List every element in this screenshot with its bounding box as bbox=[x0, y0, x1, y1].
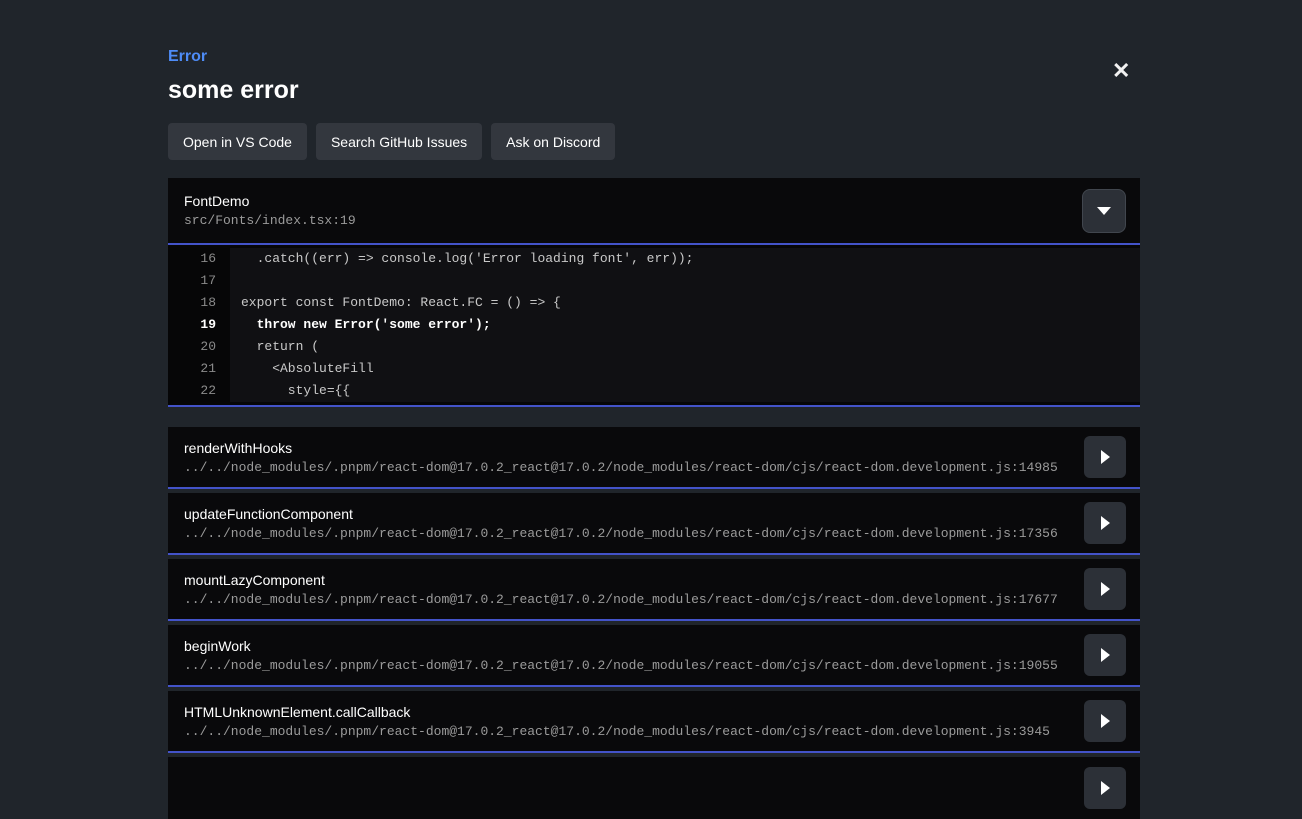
line-number: 16 bbox=[168, 248, 230, 270]
line-text: .catch((err) => console.log('Error loadi… bbox=[230, 248, 1140, 270]
stack-frame: mountLazyComponent ../../node_modules/.p… bbox=[168, 559, 1140, 621]
search-github-issues-button[interactable]: Search GitHub Issues bbox=[316, 123, 482, 160]
code-line: 16 .catch((err) => console.log('Error lo… bbox=[168, 248, 1140, 270]
stack-frame: beginWork ../../node_modules/.pnpm/react… bbox=[168, 625, 1140, 687]
stack-frames-list: renderWithHooks ../../node_modules/.pnpm… bbox=[168, 427, 1140, 819]
frame-title: FontDemo bbox=[184, 193, 356, 209]
stack-frame-meta: HTMLUnknownElement.callCallback ../../no… bbox=[184, 704, 1050, 739]
actions-row: Open in VS Code Search GitHub Issues Ask… bbox=[168, 123, 1140, 160]
line-number: 18 bbox=[168, 292, 230, 314]
frame-location: ../../node_modules/.pnpm/react-dom@17.0.… bbox=[184, 526, 1058, 541]
error-dialog: Error some error Open in VS Code Search … bbox=[168, 48, 1140, 819]
code-line: 21 <AbsoluteFill bbox=[168, 358, 1140, 380]
frame-location: ../../node_modules/.pnpm/react-dom@17.0.… bbox=[184, 460, 1058, 475]
stack-frame-meta: beginWork ../../node_modules/.pnpm/react… bbox=[184, 638, 1058, 673]
code-line: 22 style={{ bbox=[168, 380, 1140, 402]
expand-frame-button[interactable] bbox=[1084, 634, 1126, 676]
play-icon bbox=[1101, 714, 1110, 728]
line-number: 22 bbox=[168, 380, 230, 402]
line-text: return ( bbox=[230, 336, 1140, 358]
frame-location: src/Fonts/index.tsx:19 bbox=[184, 213, 356, 228]
line-text: <AbsoluteFill bbox=[230, 358, 1140, 380]
line-number: 20 bbox=[168, 336, 230, 358]
open-in-vscode-button[interactable]: Open in VS Code bbox=[168, 123, 307, 160]
frame-location: ../../node_modules/.pnpm/react-dom@17.0.… bbox=[184, 658, 1058, 673]
line-text bbox=[230, 270, 1140, 292]
code-snippet: 16 .catch((err) => console.log('Error lo… bbox=[168, 243, 1140, 407]
error-kicker: Error bbox=[168, 48, 1140, 66]
error-message-title: some error bbox=[168, 76, 1140, 105]
stack-frame-meta: renderWithHooks ../../node_modules/.pnpm… bbox=[184, 440, 1058, 475]
line-number: 19 bbox=[168, 314, 230, 336]
expand-frame-button[interactable] bbox=[1084, 436, 1126, 478]
stack-frame-meta: mountLazyComponent ../../node_modules/.p… bbox=[184, 572, 1058, 607]
collapse-snippet-button[interactable] bbox=[1082, 189, 1126, 233]
line-text: throw new Error('some error'); bbox=[230, 314, 1140, 336]
line-text: export const FontDemo: React.FC = () => … bbox=[230, 292, 1140, 314]
frame-title: updateFunctionComponent bbox=[184, 506, 1058, 522]
code-line: 20 return ( bbox=[168, 336, 1140, 358]
stack-frame: HTMLUnknownElement.callCallback ../../no… bbox=[168, 691, 1140, 753]
stack-frame: updateFunctionComponent ../../node_modul… bbox=[168, 493, 1140, 555]
code-line: 18 export const FontDemo: React.FC = () … bbox=[168, 292, 1140, 314]
error-overlay: { "header": { "kicker": "Error", "title"… bbox=[0, 0, 1302, 776]
stack-frame-partial bbox=[168, 757, 1140, 819]
frame-title: beginWork bbox=[184, 638, 1058, 654]
play-icon bbox=[1101, 450, 1110, 464]
ask-on-discord-button[interactable]: Ask on Discord bbox=[491, 123, 615, 160]
source-frame-meta: FontDemo src/Fonts/index.tsx:19 bbox=[184, 193, 356, 228]
frame-title: renderWithHooks bbox=[184, 440, 1058, 456]
code-line: 17 bbox=[168, 270, 1140, 292]
source-frame-header: FontDemo src/Fonts/index.tsx:19 bbox=[168, 178, 1140, 243]
line-text: style={{ bbox=[230, 380, 1140, 402]
line-number: 21 bbox=[168, 358, 230, 380]
expand-frame-button[interactable] bbox=[1084, 700, 1126, 742]
play-icon bbox=[1101, 582, 1110, 596]
frame-location: ../../node_modules/.pnpm/react-dom@17.0.… bbox=[184, 592, 1058, 607]
chevron-down-icon bbox=[1097, 207, 1111, 215]
expand-frame-button[interactable] bbox=[1084, 568, 1126, 610]
stack-frame: renderWithHooks ../../node_modules/.pnpm… bbox=[168, 427, 1140, 489]
frame-title: HTMLUnknownElement.callCallback bbox=[184, 704, 1050, 720]
play-icon bbox=[1101, 648, 1110, 662]
frame-location: ../../node_modules/.pnpm/react-dom@17.0.… bbox=[184, 724, 1050, 739]
play-icon bbox=[1101, 781, 1110, 795]
code-line-highlighted: 19 throw new Error('some error'); bbox=[168, 314, 1140, 336]
line-number: 17 bbox=[168, 270, 230, 292]
play-icon bbox=[1101, 516, 1110, 530]
expand-frame-button[interactable] bbox=[1084, 767, 1126, 809]
source-frame-card: FontDemo src/Fonts/index.tsx:19 16 .catc… bbox=[168, 178, 1140, 407]
frame-title: mountLazyComponent bbox=[184, 572, 1058, 588]
stack-frame-meta: updateFunctionComponent ../../node_modul… bbox=[184, 506, 1058, 541]
expand-frame-button[interactable] bbox=[1084, 502, 1126, 544]
